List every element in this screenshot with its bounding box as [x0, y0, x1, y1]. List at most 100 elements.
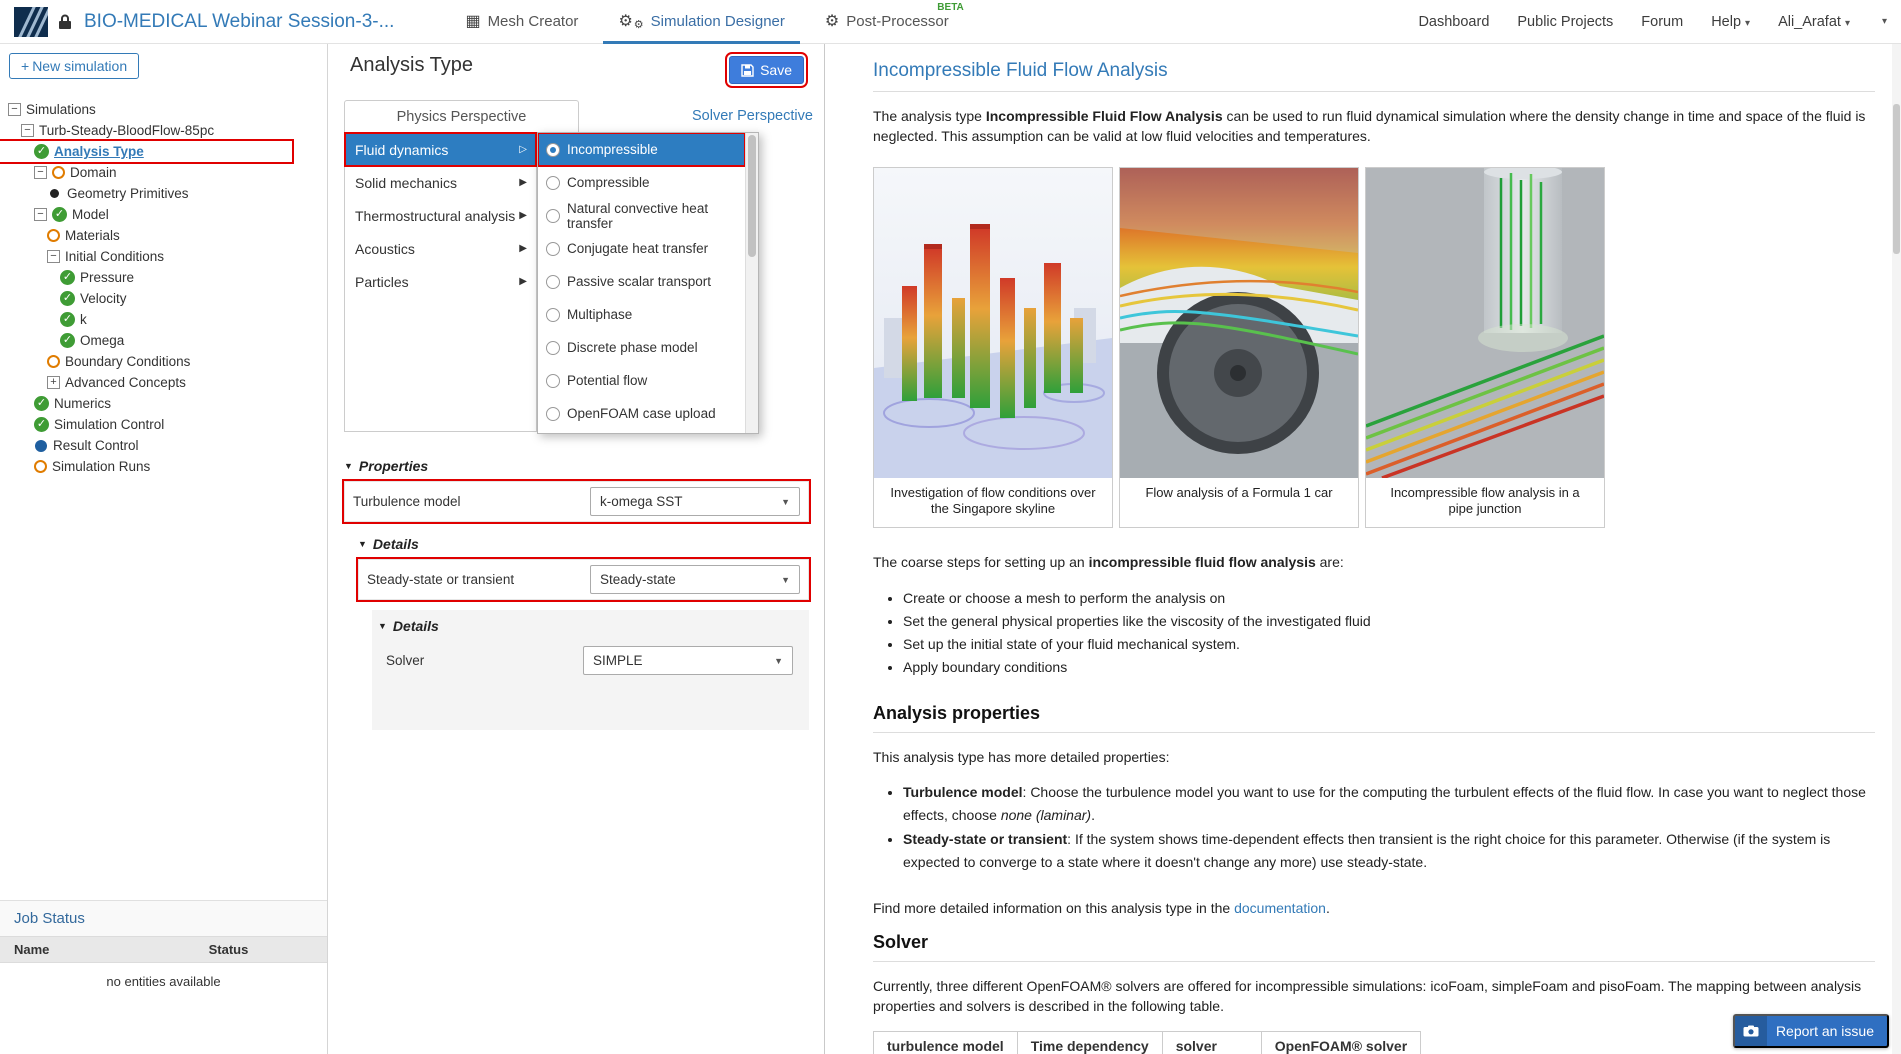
nav-menu-help[interactable]: Help ▾: [1711, 14, 1750, 30]
tree-item-model[interactable]: − ✓ Model: [0, 204, 327, 225]
analysis-property-item: Turbulence model: Choose the turbulence …: [903, 781, 1875, 827]
tree-item-domain[interactable]: − Domain: [0, 162, 327, 183]
app-logo[interactable]: [14, 6, 48, 37]
tree-item-label: Materials: [65, 228, 120, 243]
documentation-link[interactable]: documentation: [1234, 900, 1326, 916]
nav-link-dashboard[interactable]: Dashboard: [1418, 14, 1489, 30]
nav-link-forum[interactable]: Forum: [1641, 14, 1683, 30]
analysis-type-option-natural-convective-heat-transfer[interactable]: Natural convective heat transfer: [538, 199, 745, 232]
tree-item-pressure[interactable]: ✓ Pressure: [0, 267, 327, 288]
tree-item-velocity[interactable]: ✓ Velocity: [0, 288, 327, 309]
tab-solver-perspective[interactable]: Solver Perspective: [692, 108, 813, 124]
submenu-arrow-icon: ▶: [519, 210, 527, 221]
figure-caption: Investigation of flow conditions over th…: [890, 484, 1096, 517]
save-button-label: Save: [760, 62, 792, 78]
figure-skyline-image: [874, 167, 1112, 478]
steady-state-select[interactable]: Steady-state ▼: [590, 565, 800, 594]
tab-post-processor[interactable]: ⚙ Post-Processor BETA: [810, 0, 964, 44]
tree-item-omega[interactable]: ✓ Omega: [0, 330, 327, 351]
page-scrollbar-thumb[interactable]: [1893, 104, 1900, 254]
new-simulation-button[interactable]: + New simulation: [9, 53, 140, 79]
tree-item-materials[interactable]: Materials: [0, 225, 327, 246]
radio-icon[interactable]: [546, 406, 560, 421]
turbulence-model-label: Turbulence model: [353, 494, 461, 509]
chevron-down-icon: ▾: [1844, 17, 1850, 29]
physics-menu-item-solid-mechanics[interactable]: Solid mechanics ▶: [345, 166, 536, 199]
radio-icon[interactable]: [546, 274, 560, 289]
divider: [873, 91, 1875, 92]
tree-item-simulation-control[interactable]: ✓ Simulation Control: [0, 414, 327, 435]
divider: [873, 961, 1875, 963]
nav-menu-user[interactable]: Ali_Arafat ▾: [1778, 14, 1850, 30]
solver-select[interactable]: SIMPLE ▼: [583, 646, 793, 675]
solver-value: SIMPLE: [593, 653, 643, 668]
collapse-icon[interactable]: −: [34, 208, 47, 221]
radio-icon[interactable]: [546, 208, 560, 223]
report-issue-button[interactable]: Report an issue: [1732, 1014, 1889, 1048]
analysis-type-option-conjugate-heat-transfer[interactable]: Conjugate heat transfer: [538, 232, 745, 265]
analysis-property-item: Steady-state or transient: If the system…: [903, 828, 1875, 874]
analysis-properties-heading: Analysis properties: [873, 703, 1041, 724]
collapse-icon[interactable]: −: [34, 166, 47, 179]
save-button[interactable]: Save: [725, 52, 808, 88]
collapse-icon[interactable]: −: [8, 103, 21, 116]
collapse-icon[interactable]: −: [47, 250, 60, 263]
property-name: Steady-state or transient: [903, 830, 1068, 847]
turbulence-model-select[interactable]: k-omega SST ▼: [590, 487, 800, 516]
setup-step: Set the general physical properties like…: [903, 610, 1875, 633]
analysis-type-option-potential-flow[interactable]: Potential flow: [538, 364, 745, 397]
save-icon: [741, 63, 754, 77]
radio-icon[interactable]: [546, 241, 560, 256]
analysis-type-option-passive-scalar-transport[interactable]: Passive scalar transport: [538, 265, 745, 298]
tree-item-numerics[interactable]: ✓ Numerics: [0, 393, 327, 414]
tree-item-result-control[interactable]: Result Control: [0, 435, 327, 456]
tree-item-boundary-conditions[interactable]: Boundary Conditions: [0, 351, 327, 372]
chevron-down-icon[interactable]: ▾: [1882, 16, 1887, 27]
tab-mesh-creator[interactable]: ▦ Mesh Creator: [450, 0, 593, 44]
details-section-label[interactable]: ▼ Details: [358, 534, 809, 554]
analysis-type-option-multiphase[interactable]: Multiphase: [538, 298, 745, 331]
page-scrollbar[interactable]: [1892, 44, 1901, 1054]
nav-link-public-projects[interactable]: Public Projects: [1517, 14, 1613, 30]
expand-icon[interactable]: +: [47, 376, 60, 389]
properties-section: ▼ Properties Turbulence model k-omega SS…: [342, 456, 811, 730]
help-label: Help: [1711, 13, 1742, 30]
table-header-row: turbulence model Time dependency solver Ope…: [873, 1030, 1422, 1054]
tree-item-analysis-type[interactable]: ✓ Analysis Type: [0, 139, 294, 164]
details-subsection-label[interactable]: ▼ Details: [378, 616, 801, 636]
tab-physics-perspective[interactable]: Physics Perspective: [344, 100, 579, 132]
analysis-type-option-openfoam-case-upload[interactable]: OpenFOAM case upload: [538, 397, 745, 430]
physics-menu-item-thermostructural-analysis[interactable]: Thermostructural analysis ▶: [345, 199, 536, 232]
radio-icon[interactable]: [546, 307, 560, 322]
submenu-scrollbar[interactable]: [745, 133, 758, 433]
radio-icon[interactable]: [546, 142, 560, 157]
tree-item-simulations[interactable]: − Simulations: [0, 99, 327, 120]
tree-item-initial-conditions[interactable]: − Initial Conditions: [0, 246, 327, 267]
properties-label: Properties: [358, 458, 429, 474]
analysis-type-option-incompressible[interactable]: Incompressible: [538, 133, 745, 167]
properties-section-label[interactable]: ▼ Properties: [344, 456, 809, 476]
tree-item-turb-steady-bloodflow-85pc[interactable]: − Turb-Steady-BloodFlow-85pc: [0, 120, 327, 141]
analysis-type-option-discrete-phase-model[interactable]: Discrete phase model: [538, 331, 745, 364]
panel-header: Analysis Type Save: [328, 44, 824, 88]
tree-item-geometry-primitives[interactable]: Geometry Primitives: [0, 183, 327, 204]
radio-icon[interactable]: [546, 373, 560, 388]
physics-menu-item-acoustics[interactable]: Acoustics ▶: [345, 232, 536, 265]
submenu-scrollbar-thumb[interactable]: [748, 135, 756, 257]
tree-item-advanced-concepts[interactable]: + Advanced Concepts: [0, 372, 327, 393]
collapse-icon[interactable]: −: [21, 124, 34, 137]
job-status-empty-text: no entities available: [106, 974, 221, 989]
radio-icon[interactable]: [546, 175, 560, 190]
tab-simulation-designer[interactable]: ⚙ ⚙ Simulation Designer: [603, 0, 799, 44]
solver-intro: Currently, three different OpenFOAM® sol…: [873, 978, 1862, 1015]
physics-menu-item-fluid-dynamics[interactable]: Fluid dynamics ▷: [344, 132, 537, 167]
tree-item-k[interactable]: ✓ k: [0, 309, 327, 330]
menu-item-label: Fluid dynamics: [355, 141, 449, 158]
collapse-triangle-icon: ▼: [358, 539, 367, 549]
physics-menu-item-particles[interactable]: Particles ▶: [345, 265, 536, 298]
radio-icon[interactable]: [546, 340, 560, 355]
setup-step: Create or choose a mesh to perform the a…: [903, 587, 1875, 610]
analysis-type-option-compressible[interactable]: Compressible: [538, 166, 745, 199]
tree-item-simulation-runs[interactable]: Simulation Runs: [0, 456, 327, 477]
project-title[interactable]: BIO-MEDICAL Webinar Session-3-...: [84, 11, 394, 33]
